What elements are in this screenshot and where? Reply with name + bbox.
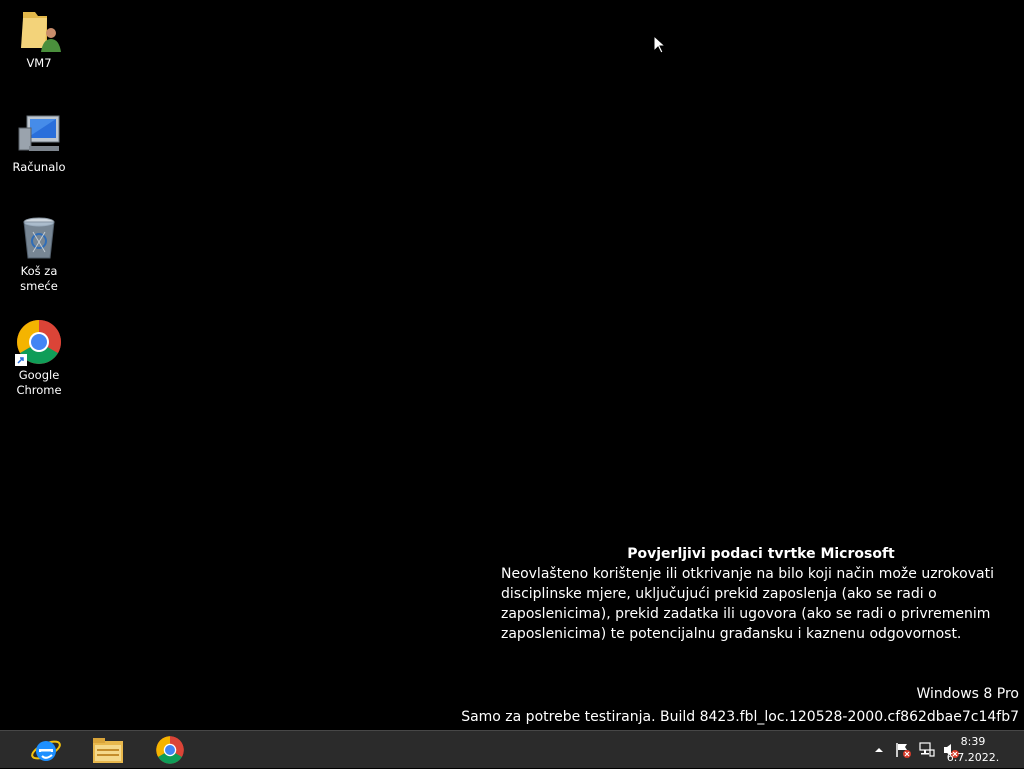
internet-explorer-icon bbox=[31, 740, 61, 761]
taskbar: 8:39 6.7.2022. bbox=[0, 730, 1024, 768]
recycle-bin-icon bbox=[15, 214, 63, 262]
desktop-icon-label: Koš za smeće bbox=[20, 264, 58, 293]
desktop-icon-chrome[interactable]: Google Chrome bbox=[2, 318, 76, 398]
user-folder-icon bbox=[15, 6, 63, 54]
desktop-icon-computer[interactable]: Računalo bbox=[2, 110, 76, 175]
clock-time: 8:39 bbox=[960, 735, 986, 748]
clock-date: 6.7.2022. bbox=[946, 751, 1000, 764]
build-string: Samo za potrebe testiranja. Build 8423.f… bbox=[461, 709, 1019, 725]
desktop-icon-vm7[interactable]: VM7 bbox=[2, 6, 76, 71]
chrome-shortcut-icon bbox=[15, 318, 63, 366]
taskbar-clock[interactable]: 8:39 6.7.2022. bbox=[946, 734, 1000, 766]
taskbar-chrome[interactable] bbox=[140, 732, 200, 768]
windows-edition: Windows 8 Pro bbox=[916, 686, 1019, 702]
desktop-icon-label: VM7 bbox=[26, 56, 52, 70]
action-center-flag-icon[interactable] bbox=[894, 741, 912, 759]
file-explorer-icon bbox=[93, 738, 123, 763]
taskbar-file-explorer[interactable] bbox=[78, 732, 138, 768]
system-tray: 8:39 6.7.2022. bbox=[824, 731, 1024, 769]
watermark-body: Neovlašteno korištenje ili otkrivanje na… bbox=[501, 566, 994, 642]
show-hidden-icons-chevron[interactable] bbox=[870, 741, 888, 759]
desktop: VM7 Računalo Koš za smeće Google Chrome … bbox=[0, 0, 1024, 730]
network-icon[interactable] bbox=[918, 741, 936, 759]
mouse-cursor-icon bbox=[653, 35, 667, 54]
desktop-icon-label: Računalo bbox=[12, 160, 66, 174]
computer-icon bbox=[15, 110, 63, 158]
watermark-title: Povjerljivi podaci tvrtke Microsoft bbox=[627, 546, 895, 562]
chrome-icon bbox=[156, 736, 184, 764]
desktop-icon-label: Google Chrome bbox=[16, 368, 62, 397]
desktop-icon-recycle-bin[interactable]: Koš za smeće bbox=[2, 214, 76, 294]
taskbar-internet-explorer[interactable] bbox=[16, 732, 76, 768]
confidential-watermark: Povjerljivi podaci tvrtke Microsoft Neov… bbox=[501, 544, 1021, 644]
